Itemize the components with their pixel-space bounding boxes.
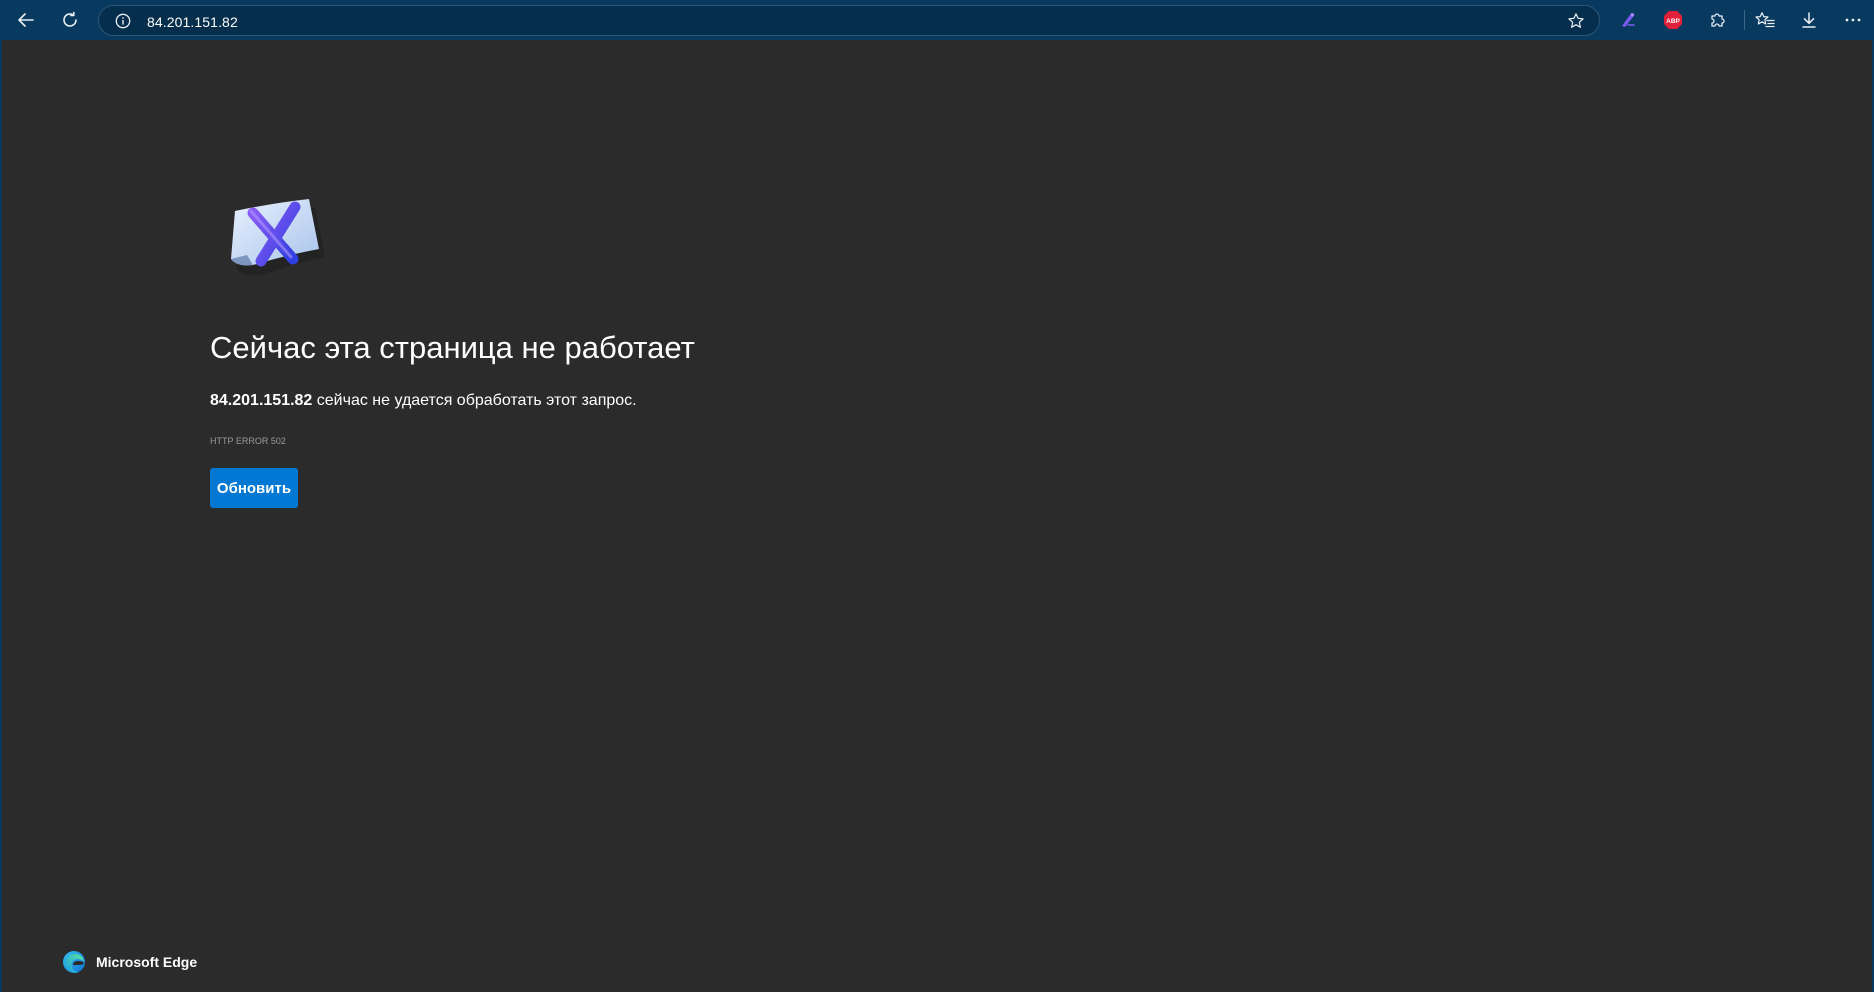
adblock-plus-button[interactable]: ABP <box>1657 4 1689 36</box>
back-button[interactable] <box>10 4 42 36</box>
error-description: 84.201.151.82 сейчас не удается обработа… <box>210 392 637 410</box>
adblock-plus-icon: ABP <box>1664 11 1682 29</box>
error-document-illustration <box>231 199 325 276</box>
extension-pen-button[interactable] <box>1612 4 1644 36</box>
favorite-star-icon[interactable] <box>1567 12 1585 30</box>
favorites-button[interactable] <box>1749 4 1781 36</box>
address-bar[interactable]: 84.201.151.82 <box>98 5 1600 36</box>
reload-button[interactable]: Обновить <box>210 468 298 508</box>
error-code: HTTP ERROR 502 <box>210 436 286 446</box>
toolbar-divider <box>1744 10 1745 30</box>
favorites-icon <box>1755 12 1775 28</box>
adblock-badge-text: ABP <box>1666 18 1680 25</box>
edge-brand-label: Microsoft Edge <box>96 954 198 970</box>
address-url[interactable]: 84.201.151.82 <box>147 14 238 30</box>
extensions-puzzle-icon <box>1711 13 1725 27</box>
back-arrow-icon <box>18 13 34 27</box>
error-description-text: сейчас не удается обработать этот запрос… <box>312 392 637 409</box>
more-options-icon <box>1845 18 1861 22</box>
refresh-button[interactable] <box>54 4 86 36</box>
edge-branding: Microsoft Edge <box>62 949 197 975</box>
refresh-icon <box>63 11 77 27</box>
downloads-icon <box>1802 12 1816 28</box>
browser-toolbar: 84.201.151.82 ABP <box>0 0 1874 40</box>
error-title: Сейчас эта страница не работает <box>210 330 695 365</box>
more-options-button[interactable] <box>1837 4 1869 36</box>
error-page: Сейчас эта страница не работает 84.201.1… <box>2 40 1872 992</box>
edge-logo-icon <box>63 951 85 973</box>
downloads-button[interactable] <box>1793 4 1825 36</box>
extensions-button[interactable] <box>1701 4 1733 36</box>
error-host: 84.201.151.82 <box>210 392 313 409</box>
site-info-icon[interactable] <box>115 13 131 29</box>
extension-pen-icon <box>1622 12 1635 27</box>
